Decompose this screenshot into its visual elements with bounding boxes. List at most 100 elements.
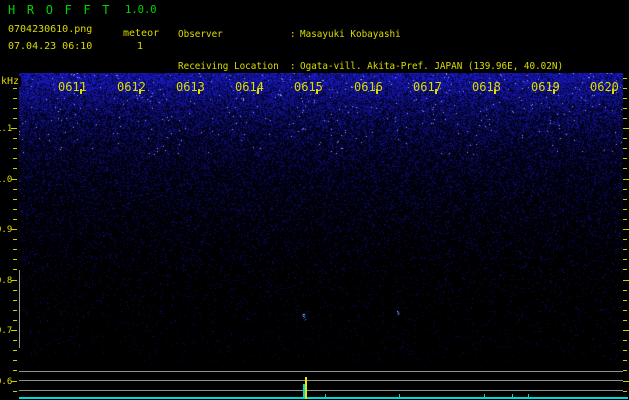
time-label: 0619 [531, 80, 560, 94]
freq-tick-left [13, 168, 17, 169]
freq-tick-right [623, 340, 627, 341]
colon: : [290, 28, 296, 40]
date-time: 07.04.23 06:10 [8, 41, 93, 52]
freq-tick-left [13, 108, 17, 109]
meteor-spike-yellow [305, 377, 307, 399]
freq-tick-left [11, 280, 17, 281]
time-label: 0617 [413, 80, 442, 94]
freq-tick-right [623, 290, 627, 291]
time-label: 0620 [590, 80, 619, 94]
freq-tick-left [11, 128, 17, 129]
info-row-location: Receiving Location: Ogata-vill. Akita-Pre… [178, 60, 564, 73]
level-gridline [19, 390, 623, 391]
colon: : [290, 60, 296, 72]
freq-tick-left [13, 391, 17, 392]
freq-tick-left [13, 370, 17, 371]
freq-tick-right [623, 259, 627, 260]
freq-tick-left [13, 88, 17, 89]
freq-tick-right [623, 138, 627, 139]
level-trace-bump [399, 394, 400, 398]
freq-tick-right [623, 239, 627, 240]
freq-tick-left [11, 381, 17, 382]
freq-tick-right [623, 98, 627, 99]
freq-tick-right [623, 189, 627, 190]
level-gridline [19, 371, 623, 372]
freq-axis-unit-label: kHz [1, 76, 22, 87]
time-label: 0613 [176, 80, 205, 94]
freq-label: 1.0 [0, 175, 13, 185]
freq-tick-right [623, 209, 627, 210]
freq-label: 0.8 [0, 276, 13, 286]
freq-label: 1.1 [0, 124, 13, 134]
level-trace-bump [484, 394, 485, 398]
info-row-observer: Observer: Masayuki Kobayashi [178, 28, 563, 41]
freq-tick-right [623, 320, 627, 321]
freq-tick-left [13, 138, 17, 139]
freq-tick-right [623, 199, 627, 200]
time-label: 0618 [472, 80, 501, 94]
freq-tick-left [13, 98, 17, 99]
freq-tick-right [623, 88, 627, 89]
time-tick [316, 89, 318, 94]
freq-tick-left [13, 310, 17, 311]
freq-tick-right [623, 249, 627, 250]
meteor-count: 1 [137, 41, 144, 52]
freq-tick-left [11, 179, 17, 180]
reference-scale-bar [19, 270, 20, 348]
freq-tick-left [13, 290, 17, 291]
freq-tick-right [623, 360, 627, 361]
time-tick [553, 89, 555, 94]
freq-tick-left [13, 199, 17, 200]
freq-tick-left [13, 189, 17, 190]
freq-tick-left [13, 269, 17, 270]
freq-tick-right [623, 108, 627, 109]
freq-tick-left [13, 219, 17, 220]
freq-tick-left [13, 300, 17, 301]
freq-tick-right [623, 330, 629, 331]
freq-tick-left [13, 340, 17, 341]
freq-tick-right [623, 128, 629, 129]
freq-tick-right [623, 381, 629, 382]
freq-tick-right [623, 269, 627, 270]
freq-tick-right [623, 391, 627, 392]
time-tick [494, 89, 496, 94]
info-label: Receiving Location [178, 60, 279, 72]
time-label: 0616 [354, 80, 383, 94]
hrofft-screen: H R O F F T 1.0.0 0704230610.png meteor … [0, 0, 629, 400]
freq-tick-left [13, 239, 17, 240]
time-tick [435, 89, 437, 94]
level-gridline [19, 380, 623, 381]
signal-level-trace [19, 397, 628, 399]
freq-tick-left [11, 229, 17, 230]
freq-tick-right [623, 300, 627, 301]
freq-tick-right [623, 280, 629, 281]
level-trace-bump [528, 394, 529, 398]
freq-tick-right [623, 158, 627, 159]
time-tick [80, 89, 82, 94]
freq-tick-right [623, 370, 627, 371]
time-tick [376, 89, 378, 94]
time-tick [257, 89, 259, 94]
freq-label: 0.7 [0, 326, 13, 336]
time-tick [198, 89, 200, 94]
freq-tick-right [623, 148, 627, 149]
mode-label: meteor [123, 28, 160, 39]
freq-tick-right [623, 229, 629, 230]
info-value: Ogata-vill. Akita-Pref. JAPAN (139.96E, … [300, 60, 564, 72]
app-title: H R O F F T [8, 3, 112, 17]
level-trace-bump [325, 394, 326, 398]
freq-label: 0.9 [0, 225, 13, 235]
time-label: 0614 [235, 80, 264, 94]
output-filename: 0704230610.png [8, 24, 93, 35]
freq-tick-right [623, 78, 627, 79]
time-label: 0612 [117, 80, 146, 94]
freq-tick-right [623, 219, 627, 220]
freq-label: 0.6 [0, 377, 13, 387]
freq-tick-right [623, 179, 629, 180]
time-label: 0615 [294, 80, 323, 94]
freq-tick-right [623, 310, 627, 311]
info-label: Observer [178, 28, 223, 40]
freq-tick-right [623, 350, 627, 351]
time-tick [139, 89, 141, 94]
freq-tick-left [13, 249, 17, 250]
